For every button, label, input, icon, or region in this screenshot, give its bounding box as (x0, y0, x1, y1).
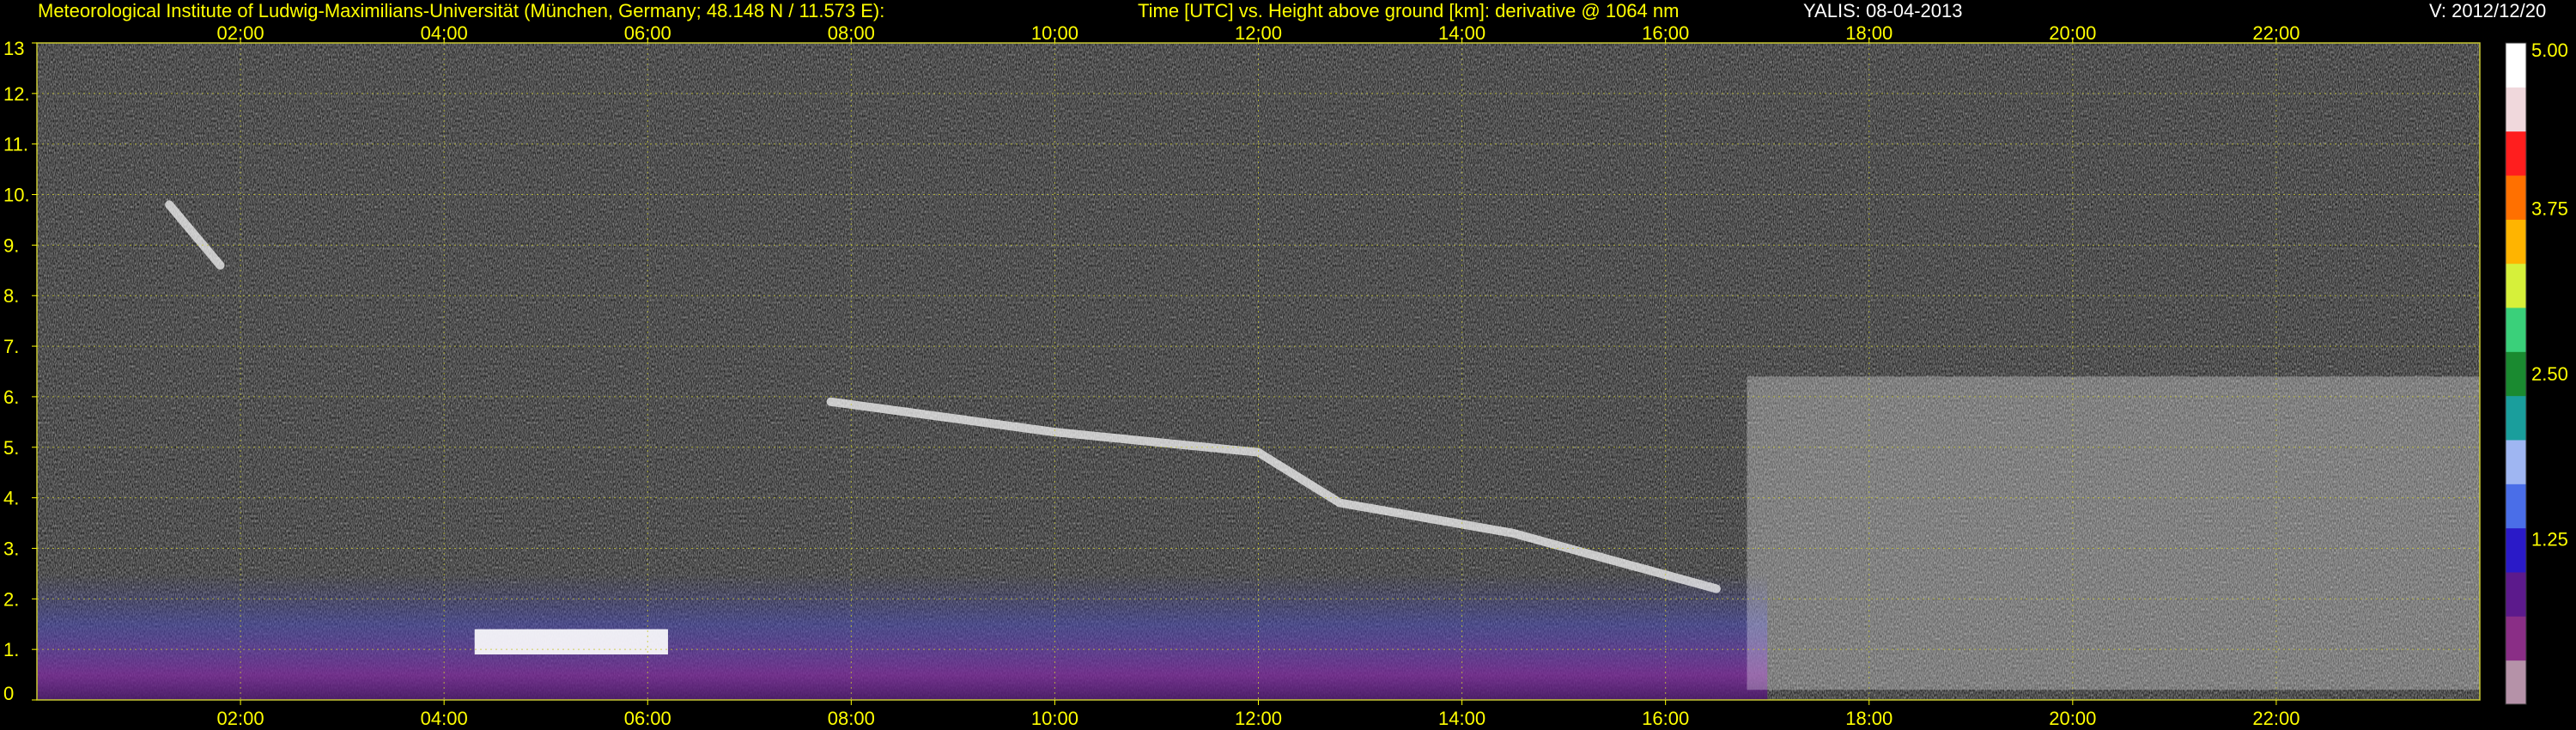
x-tick-label-top-7: 16:00 (1642, 22, 1689, 44)
x-tick-label-top-2: 06:00 (624, 22, 671, 44)
colorbar-segment-11 (2506, 175, 2526, 220)
x-tick-label-bottom-8: 18:00 (1845, 708, 1893, 729)
y-tick-label-4: 4. (3, 488, 19, 509)
colorbar-tick-label-1: 2.50 (2531, 363, 2568, 385)
colorbar-segment-4 (2506, 484, 2526, 529)
instrument-date: YALIS: 08-04-2013 (1803, 0, 1963, 21)
x-tick-label-top-10: 22:00 (2252, 22, 2300, 44)
colorbar-segment-8 (2506, 307, 2526, 352)
colorbar-tick-label-3: 5.00 (2531, 40, 2568, 61)
x-tick-label-top-3: 08:00 (828, 22, 875, 44)
colorbar-segment-13 (2506, 87, 2526, 132)
x-tick-label-bottom-9: 20:00 (2049, 708, 2096, 729)
x-tick-label-top-8: 18:00 (1845, 22, 1893, 44)
feature-layer-3 (1747, 376, 2480, 690)
colorbar-segment-6 (2506, 395, 2526, 441)
colorbar-segment-14 (2506, 43, 2526, 88)
y-tick-label-2: 2. (3, 588, 19, 610)
y-tick-label-12: 12. (3, 83, 30, 105)
x-tick-label-bottom-7: 16:00 (1642, 708, 1689, 729)
header-institute: Meteorological Institute of Ludwig-Maxim… (38, 0, 885, 21)
colorbar-segment-9 (2506, 263, 2526, 308)
colorbar-segment-5 (2506, 440, 2526, 484)
x-tick-label-bottom-2: 06:00 (624, 708, 671, 729)
feature-layer-0 (37, 573, 1768, 700)
x-tick-label-top-5: 12:00 (1235, 22, 1282, 44)
y-tick-label-0: 0 (3, 683, 14, 704)
x-tick-label-top-9: 20:00 (2049, 22, 2096, 44)
y-tick-label-7: 7. (3, 336, 19, 357)
colorbar-segment-3 (2506, 527, 2526, 573)
x-tick-label-top-4: 10:00 (1031, 22, 1078, 44)
y-tick-label-9: 9. (3, 234, 19, 256)
x-tick-label-top-0: 02:00 (217, 22, 264, 44)
colorbar-segment-1 (2506, 616, 2526, 661)
colorbar-segment-7 (2506, 351, 2526, 397)
lidar-quicklook: 02:00 02:00 04:00 04:00 06:00 06:00 08:00 08:00… (0, 0, 2576, 730)
colorbar-segment-10 (2506, 219, 2526, 265)
x-tick-label-bottom-10: 22:00 (2252, 708, 2300, 729)
colorbar-tick-label-0: 1.25 (2531, 529, 2568, 551)
y-tick-label-6: 6. (3, 386, 19, 408)
x-tick-label-top-1: 04:00 (421, 22, 468, 44)
x-tick-label-bottom-0: 02:00 (217, 708, 264, 729)
y-tick-label-11: 11. (3, 134, 28, 155)
x-tick-label-bottom-3: 08:00 (828, 708, 875, 729)
x-tick-label-bottom-5: 12:00 (1235, 708, 1282, 729)
y-tick-label-5: 5. (3, 437, 19, 459)
y-tick-label-3: 3. (3, 538, 19, 559)
x-tick-label-bottom-1: 04:00 (421, 708, 468, 729)
colorbar-segment-2 (2506, 572, 2526, 617)
y-tick-label-10: 10. (3, 185, 30, 206)
y-tick-label-13: 13 (3, 38, 24, 59)
x-tick-label-top-6: 14:00 (1438, 22, 1485, 44)
colorbar-segment-0 (2506, 660, 2526, 705)
version-label: V: 2012/12/20 (2429, 0, 2547, 21)
colorbar-segment-12 (2506, 131, 2526, 176)
chart-title: Time [UTC] vs. Height above ground [km]:… (1138, 0, 1680, 21)
colorbar-tick-label-2: 3.75 (2531, 198, 2568, 220)
y-tick-label-8: 8. (3, 285, 19, 307)
y-tick-label-1: 1. (3, 639, 19, 660)
feature-layer-1 (474, 629, 668, 655)
x-tick-label-bottom-6: 14:00 (1438, 708, 1485, 729)
x-tick-label-bottom-4: 10:00 (1031, 708, 1078, 729)
